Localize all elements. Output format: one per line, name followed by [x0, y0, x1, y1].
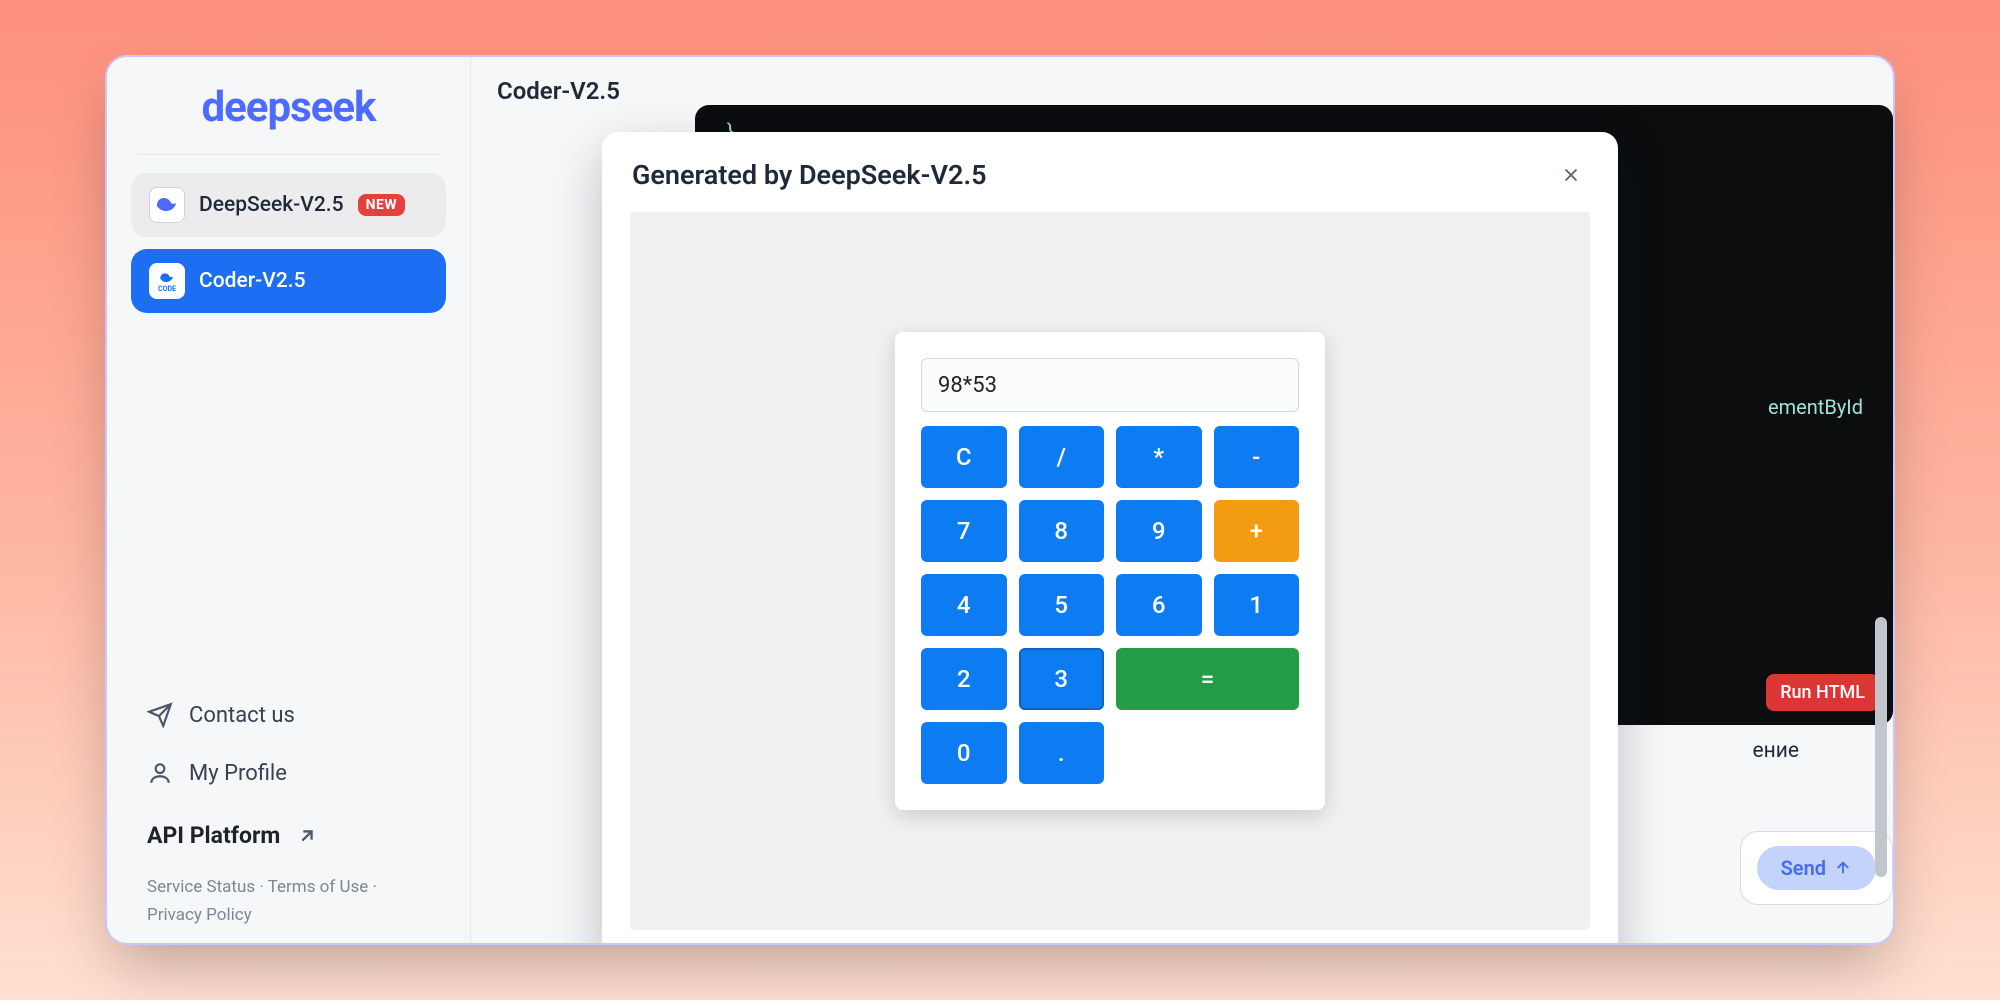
key-multiply[interactable]: * — [1116, 426, 1202, 488]
sidebar-item-label: Coder-V2.5 — [199, 269, 306, 293]
scrollbar-thumb[interactable] — [1875, 617, 1887, 877]
calculator: C / * - 7 8 9 + 4 5 6 1 2 3 = 0 . — [895, 332, 1325, 810]
close-icon — [1560, 164, 1582, 186]
user-icon — [147, 760, 173, 786]
key-minus[interactable]: - — [1214, 426, 1300, 488]
composer-box[interactable]: Send — [1740, 831, 1893, 905]
key-clear[interactable]: C — [921, 426, 1007, 488]
modal-body: C / * - 7 8 9 + 4 5 6 1 2 3 = 0 . — [630, 212, 1590, 930]
app-window: deepseek DeepSeek-V2.5 NEW CODE Coder-V2… — [105, 55, 1895, 945]
sidebar-item-label: DeepSeek-V2.5 — [199, 193, 344, 217]
run-html-button[interactable]: Run HTML — [1766, 674, 1879, 711]
send-button[interactable]: Send — [1757, 846, 1876, 890]
link-label: Contact us — [189, 703, 295, 728]
link-label: My Profile — [189, 761, 287, 786]
logo: deepseek — [107, 83, 470, 136]
api-platform-link[interactable]: API Platform — [107, 802, 470, 869]
code-icon: CODE — [149, 263, 185, 299]
link-label: API Platform — [147, 822, 280, 849]
my-profile-link[interactable]: My Profile — [107, 744, 470, 802]
key-2[interactable]: 2 — [921, 648, 1007, 710]
key-8[interactable]: 8 — [1019, 500, 1105, 562]
key-3[interactable]: 3 — [1019, 648, 1105, 710]
footer-legal: Service Status · Terms of Use · Privacy … — [107, 869, 470, 929]
calculator-display[interactable] — [921, 358, 1299, 412]
title-row: Coder-V2.5 — [471, 57, 1893, 105]
contact-us-link[interactable]: Contact us — [107, 686, 470, 744]
key-dot[interactable]: . — [1019, 722, 1105, 784]
send-label: Send — [1781, 856, 1826, 880]
calculator-keypad: C / * - 7 8 9 + 4 5 6 1 2 3 = 0 . — [921, 426, 1299, 784]
arrow-up-icon — [1834, 859, 1852, 877]
sidebar-item-deepseek-v25[interactable]: DeepSeek-V2.5 NEW — [131, 173, 446, 237]
badge-new: NEW — [358, 194, 406, 216]
external-link-icon — [296, 825, 318, 847]
legal-terms[interactable]: Terms of Use — [268, 877, 369, 897]
code-fragment: ementById — [1768, 395, 1863, 419]
divider — [137, 154, 440, 155]
legal-privacy[interactable]: Privacy Policy — [147, 905, 252, 925]
key-divide[interactable]: / — [1019, 426, 1105, 488]
paper-plane-icon — [147, 702, 173, 728]
key-1[interactable]: 1 — [1214, 574, 1300, 636]
legal-service-status[interactable]: Service Status — [147, 877, 255, 897]
sidebar-item-coder-v25[interactable]: CODE Coder-V2.5 — [131, 249, 446, 313]
modal-title: Generated by DeepSeek-V2.5 — [632, 159, 987, 191]
key-9[interactable]: 9 — [1116, 500, 1202, 562]
key-7[interactable]: 7 — [921, 500, 1007, 562]
key-5[interactable]: 5 — [1019, 574, 1105, 636]
sidebar: deepseek DeepSeek-V2.5 NEW CODE Coder-V2… — [107, 57, 471, 943]
key-equals[interactable]: = — [1116, 648, 1299, 710]
page-title: Coder-V2.5 — [497, 77, 620, 105]
whale-icon — [149, 187, 185, 223]
generated-preview-modal: Generated by DeepSeek-V2.5 C / * - 7 8 9… — [602, 132, 1618, 945]
key-6[interactable]: 6 — [1116, 574, 1202, 636]
close-button[interactable] — [1554, 158, 1588, 192]
key-plus[interactable]: + — [1214, 500, 1300, 562]
key-0[interactable]: 0 — [921, 722, 1007, 784]
key-4[interactable]: 4 — [921, 574, 1007, 636]
